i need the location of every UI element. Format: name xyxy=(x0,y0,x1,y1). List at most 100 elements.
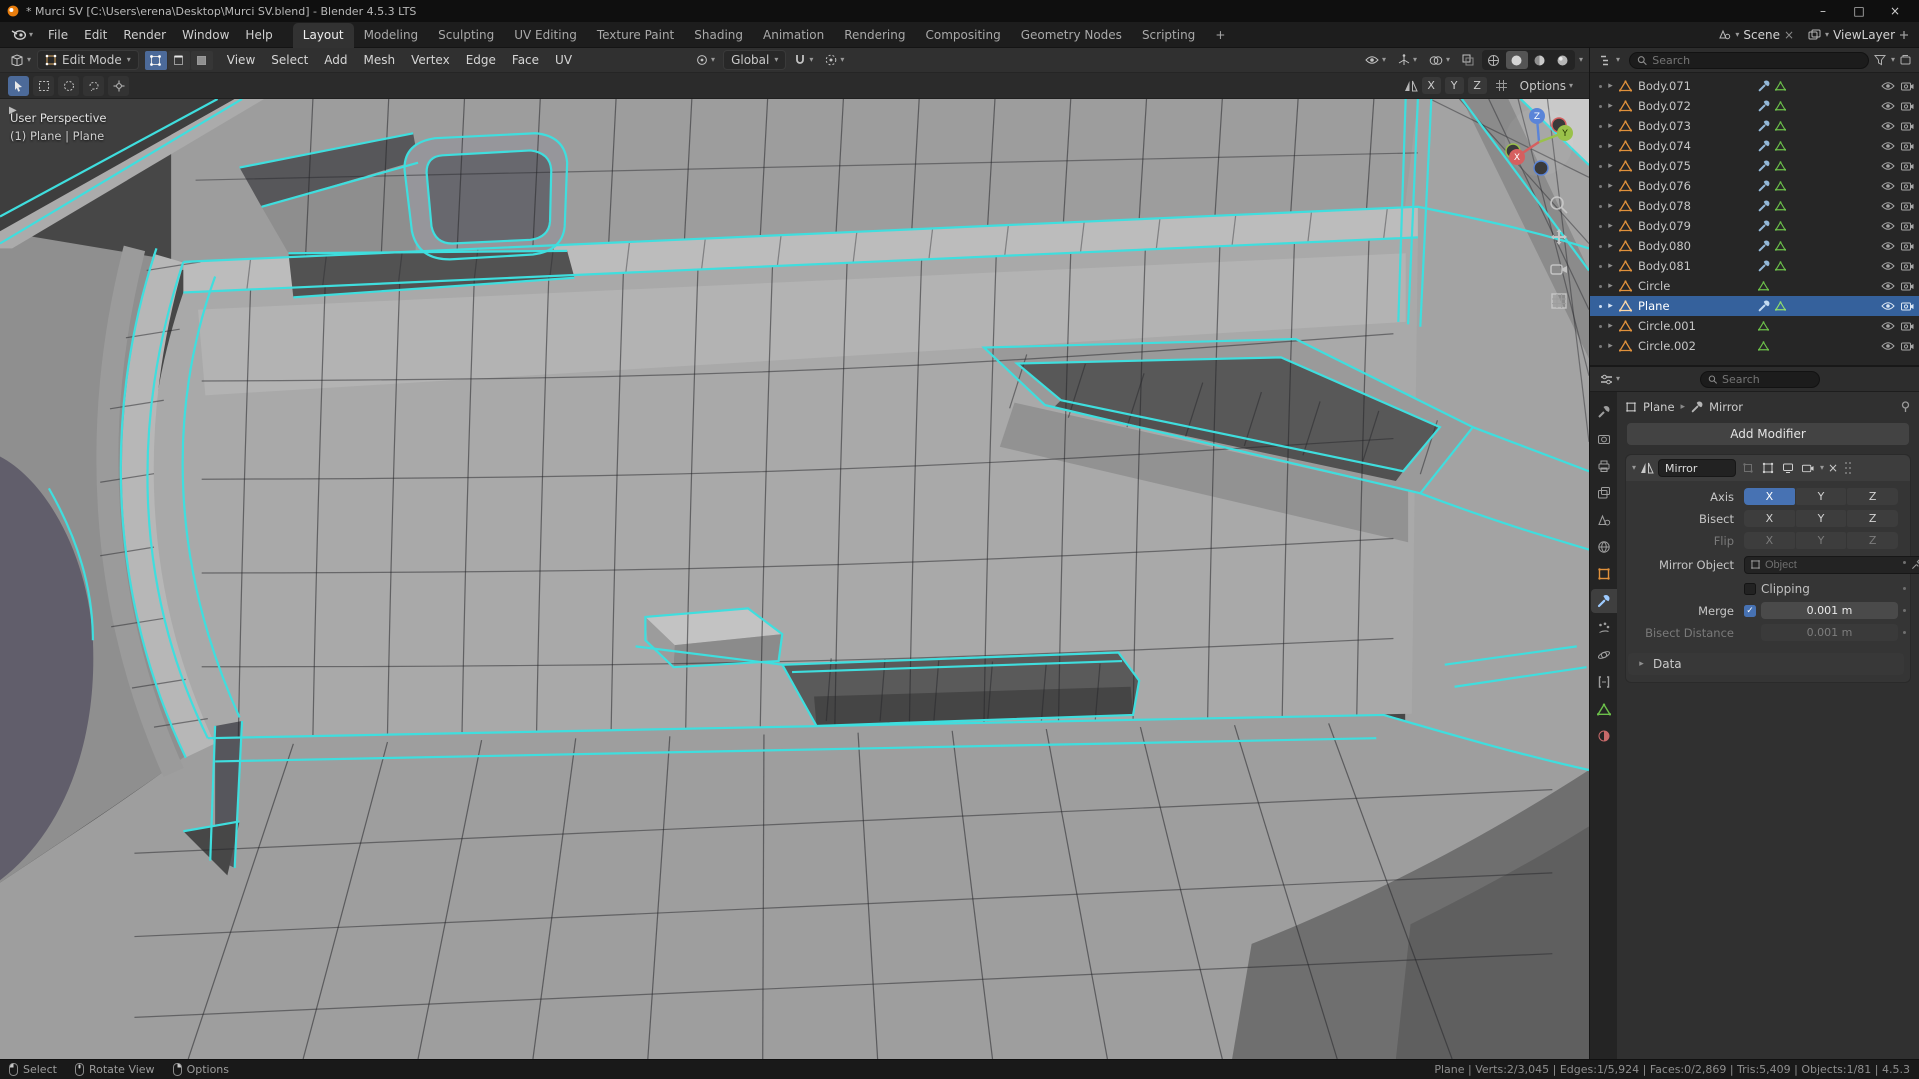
hide-viewport-eye-icon[interactable] xyxy=(1881,181,1895,191)
add-modifier-button[interactable]: Add Modifier xyxy=(1627,423,1909,445)
edge-select-button[interactable] xyxy=(167,50,190,70)
outliner-row-body-079[interactable]: ▸ Body.079 xyxy=(1590,216,1919,236)
hide-viewport-eye-icon[interactable] xyxy=(1881,141,1895,151)
unlink-scene-icon[interactable]: × xyxy=(1784,28,1794,42)
visibility-dropdown[interactable]: ▾ xyxy=(1361,53,1390,67)
properties-tab-tool[interactable] xyxy=(1591,400,1617,424)
hide-viewport-eye-icon[interactable] xyxy=(1881,81,1895,91)
expand-icon[interactable]: ▸ xyxy=(1605,81,1616,91)
shading-dropdown-icon[interactable]: ▾ xyxy=(1579,56,1583,64)
tool-select-circle-button[interactable] xyxy=(58,75,79,96)
mesh-data-icon[interactable] xyxy=(1775,161,1786,171)
mesh-data-icon[interactable] xyxy=(1775,121,1786,131)
expand-icon[interactable]: ▸ xyxy=(1605,261,1616,271)
workspace-tab-animation[interactable]: Animation xyxy=(753,23,834,48)
hide-viewport-eye-icon[interactable] xyxy=(1881,221,1895,231)
orientation-dropdown[interactable]: Global ▾ xyxy=(723,50,787,70)
maximize-button[interactable]: □ xyxy=(1841,0,1877,22)
tool-select-box-button[interactable] xyxy=(33,75,54,96)
editor-type-button[interactable]: ▾ xyxy=(6,52,35,68)
menu-uv[interactable]: UV xyxy=(547,51,580,69)
properties-tab-object-data[interactable] xyxy=(1591,697,1617,721)
proportional-editing-toggle[interactable]: ▾ xyxy=(821,52,848,68)
mesh-data-icon[interactable] xyxy=(1758,341,1769,351)
modifier-wrench-icon[interactable] xyxy=(1758,160,1770,172)
hide-viewport-eye-icon[interactable] xyxy=(1881,121,1895,131)
outliner-row-plane-selected[interactable]: ▸ Plane xyxy=(1590,296,1919,316)
properties-search-input[interactable] xyxy=(1721,372,1812,386)
filter-icon[interactable] xyxy=(1873,54,1886,66)
close-button[interactable]: × xyxy=(1877,0,1913,22)
expand-icon[interactable]: ▸ xyxy=(1605,221,1616,231)
properties-tab-world[interactable] xyxy=(1591,535,1617,559)
expand-icon[interactable]: ▸ xyxy=(1605,301,1616,311)
properties-tab-scene[interactable] xyxy=(1591,508,1617,532)
new-viewlayer-icon[interactable] xyxy=(1899,30,1909,40)
workspace-tab-uv-editing[interactable]: UV Editing xyxy=(504,23,587,48)
tool-cursor-button[interactable] xyxy=(108,75,129,96)
menu-select[interactable]: Select xyxy=(263,51,316,69)
viewport-canvas[interactable] xyxy=(0,99,1589,1059)
gizmos-dropdown[interactable]: ▾ xyxy=(1394,52,1421,68)
menu-view[interactable]: View xyxy=(219,51,263,69)
expand-icon[interactable]: ▸ xyxy=(1605,101,1616,111)
navigation-gizmo[interactable]: Z Y X xyxy=(1503,106,1575,178)
disable-render-camera-icon[interactable] xyxy=(1901,141,1914,151)
properties-tab-modifiers[interactable] xyxy=(1590,589,1617,613)
new-collection-icon[interactable] xyxy=(1900,54,1913,66)
disable-render-camera-icon[interactable] xyxy=(1901,121,1914,131)
outliner-row-circle-002[interactable]: ▸ Circle.002 xyxy=(1590,336,1919,356)
disable-render-camera-icon[interactable] xyxy=(1901,301,1914,311)
disable-render-camera-icon[interactable] xyxy=(1901,321,1914,331)
animate-dot[interactable] xyxy=(1903,587,1906,590)
axis-z-toggle[interactable]: Z xyxy=(1847,488,1899,505)
modifier-wrench-icon[interactable] xyxy=(1758,100,1770,112)
workspace-tab-geometry-nodes[interactable]: Geometry Nodes xyxy=(1011,23,1132,48)
properties-search[interactable] xyxy=(1699,370,1820,388)
disable-render-camera-icon[interactable] xyxy=(1901,181,1914,191)
tool-mirror-y-toggle[interactable]: Y xyxy=(1444,77,1464,94)
disable-render-camera-icon[interactable] xyxy=(1901,161,1914,171)
display-edit-mode-toggle[interactable] xyxy=(1760,460,1776,476)
modifier-wrench-icon[interactable] xyxy=(1758,180,1770,192)
menu-window[interactable]: Window xyxy=(174,25,237,45)
menu-file[interactable]: File xyxy=(40,25,76,45)
ortho-toggle-icon[interactable] xyxy=(1548,290,1570,312)
mirror-object-field[interactable] xyxy=(1744,555,1919,574)
modifier-name-input[interactable] xyxy=(1658,459,1737,477)
bisect-x-toggle[interactable]: X xyxy=(1744,510,1795,527)
hide-viewport-eye-icon[interactable] xyxy=(1881,321,1895,331)
disable-render-camera-icon[interactable] xyxy=(1901,81,1914,91)
menu-render[interactable]: Render xyxy=(115,25,174,45)
outliner-row-body-074[interactable]: ▸ Body.074 xyxy=(1590,136,1919,156)
menu-edit[interactable]: Edit xyxy=(76,25,115,45)
delete-modifier-button[interactable]: × xyxy=(1828,461,1838,475)
outliner-row-body-072[interactable]: ▸ Body.072 xyxy=(1590,96,1919,116)
hide-viewport-eye-icon[interactable] xyxy=(1881,201,1895,211)
outliner-row-body-078[interactable]: ▸ Body.078 xyxy=(1590,196,1919,216)
workspace-tab-rendering[interactable]: Rendering xyxy=(834,23,915,48)
disable-render-camera-icon[interactable] xyxy=(1901,341,1914,351)
tool-mirror-x-toggle[interactable]: X xyxy=(1421,77,1441,94)
viewport-3d[interactable]: ▾ Edit Mode ▾ View Select Add Mesh Verte… xyxy=(0,48,1589,1059)
workspace-tab-modeling[interactable]: Modeling xyxy=(354,23,429,48)
menu-help[interactable]: Help xyxy=(237,25,280,45)
outliner-editor-type-button[interactable]: ▾ xyxy=(1596,53,1624,68)
workspace-tab-sculpting[interactable]: Sculpting xyxy=(428,23,504,48)
camera-view-icon[interactable] xyxy=(1548,258,1570,280)
disable-render-camera-icon[interactable] xyxy=(1901,221,1914,231)
workspace-tab-scripting[interactable]: Scripting xyxy=(1132,23,1205,48)
properties-tab-output[interactable] xyxy=(1591,454,1617,478)
properties-tab-object[interactable] xyxy=(1591,562,1617,586)
hide-viewport-eye-icon[interactable] xyxy=(1881,241,1895,251)
expand-icon[interactable]: ▸ xyxy=(1605,201,1616,211)
menu-vertex[interactable]: Vertex xyxy=(403,51,458,69)
mesh-data-icon[interactable] xyxy=(1758,321,1769,331)
mirror-object-input[interactable] xyxy=(1765,558,1907,571)
drag-handle[interactable] xyxy=(1844,461,1852,475)
modifier-wrench-icon[interactable] xyxy=(1758,300,1770,312)
app-menu-button[interactable]: ▾ xyxy=(4,29,40,40)
mesh-data-icon[interactable] xyxy=(1758,281,1769,291)
expand-icon[interactable]: ▸ xyxy=(1605,121,1616,131)
animate-dot[interactable] xyxy=(1903,609,1906,612)
